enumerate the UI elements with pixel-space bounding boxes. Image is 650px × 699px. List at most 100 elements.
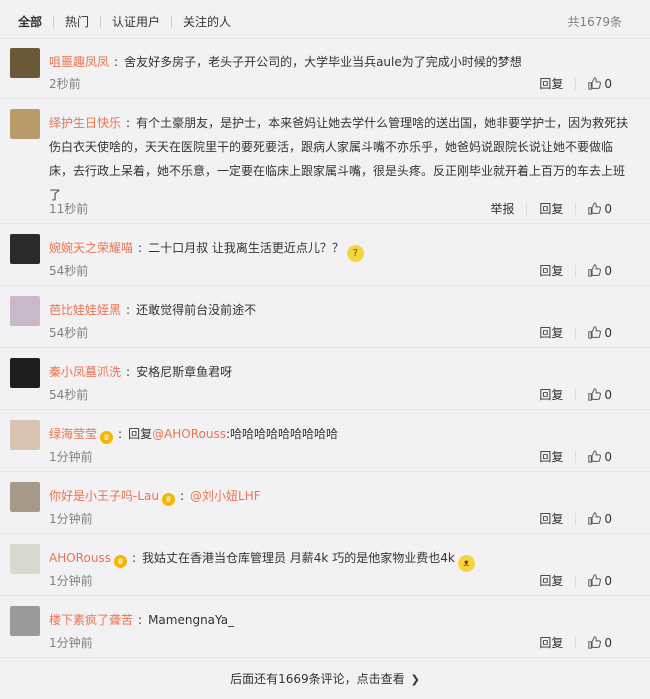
comment-item: 楼下素疯了聋苦: MamengnaYa_ 1分钟前 回复 0 (0, 596, 650, 658)
comment-panel: 全部 热门 认证用户 关注的人 共1679条 咀噩趣凤凤: 舍友好多房子，老头子开… (0, 0, 650, 699)
username[interactable]: 你好是小王子吗-Lau (49, 489, 159, 503)
avatar[interactable] (10, 234, 40, 264)
divider (575, 512, 577, 525)
divider (100, 15, 102, 28)
username[interactable]: 婉婉天之荣耀喵 (49, 241, 133, 255)
username[interactable]: AHORouss (49, 551, 111, 565)
thumbs-up-icon (588, 77, 602, 90)
timestamp: 54秒前 (49, 388, 89, 402)
comment-item: 咀噩趣凤凤: 舍友好多房子，老头子开公司的，大学毕业当兵aule为了完成小时候的梦… (0, 38, 650, 99)
chevron-right-icon: ❯ (410, 673, 420, 686)
reply-button[interactable]: 回复 (539, 448, 563, 465)
thumbs-up-icon (588, 326, 602, 339)
like-button[interactable]: 0 (588, 450, 612, 464)
divider (526, 202, 528, 215)
more-comments-link[interactable]: 后面还有1669条评论，点击查看 ❯ (230, 672, 420, 686)
more-comments-text: 后面还有1669条评论，点击查看 (230, 672, 405, 686)
tab-verified[interactable]: 认证用户 (112, 13, 160, 30)
like-button[interactable]: 0 (588, 264, 612, 278)
comment-content: 你好是小王子吗-Lau ♛: @刘小妞LHF (49, 484, 630, 508)
thumbs-up-icon (588, 512, 602, 525)
avatar[interactable] (10, 420, 40, 450)
comment-actions: 回复 0 (539, 634, 612, 651)
like-button[interactable]: 0 (588, 512, 612, 526)
comment-text: 有个土豪朋友，是护士，本来爸妈让她去学什么管理啥的送出国，她非要学护士，因为救死… (49, 116, 629, 202)
comment-content: 秦小凤墓沠洗: 安格尼斯章鱼君呀 (49, 360, 630, 384)
tab-all[interactable]: 全部 (18, 13, 42, 30)
username[interactable]: 芭比娃娃姪黑 (49, 303, 121, 317)
timestamp: 1分钟前 (49, 574, 93, 588)
reply-button[interactable]: 回复 (539, 324, 563, 341)
comment-actions: 回复 0 (539, 262, 612, 279)
mention-link[interactable]: @AHORouss (152, 427, 226, 441)
avatar[interactable] (10, 606, 40, 636)
crown-icon: ♛ (161, 493, 175, 506)
username[interactable]: 秦小凤墓沠洗 (49, 365, 121, 379)
comment-text: 安格尼斯章鱼君呀 (136, 365, 233, 379)
avatar[interactable] (10, 482, 40, 512)
divider (575, 636, 577, 649)
reply-button[interactable]: 回复 (539, 634, 563, 651)
comment-content: 咀噩趣凤凤: 舍友好多房子，老头子开公司的，大学毕业当兵aule为了完成小时候的梦… (49, 50, 630, 74)
timestamp: 1分钟前 (49, 512, 93, 526)
more-comments: 后面还有1669条评论，点击查看 ❯ (0, 664, 650, 694)
tab-hot[interactable]: 热门 (65, 13, 89, 30)
like-button[interactable]: 0 (588, 574, 612, 588)
reply-button[interactable]: 回复 (539, 75, 563, 92)
cat-face-icon: ᴥ (457, 555, 475, 572)
like-button[interactable]: 0 (588, 636, 612, 650)
reply-button[interactable]: 回复 (539, 386, 563, 403)
username[interactable]: 咀噩趣凤凤 (49, 55, 109, 69)
comment-actions: 举报 回复 0 (490, 200, 612, 217)
reply-button[interactable]: 回复 (539, 262, 563, 279)
comment-item: AHORouss ♛: 我姑丈在香港当仓库管理员 月薪4k 巧的是他家物业费也4k ᴥ… (0, 534, 650, 596)
reply-button[interactable]: 回复 (539, 510, 563, 527)
like-button[interactable]: 0 (588, 326, 612, 340)
timestamp: 1分钟前 (49, 450, 93, 464)
comment-content: AHORouss ♛: 我姑丈在香港当仓库管理员 月薪4k 巧的是他家物业费也4k ᴥ (49, 546, 630, 572)
divider (575, 77, 577, 90)
comment-text: 舍友好多房子，老头子开公司的，大学毕业当兵aule为了完成小时候的梦想 (124, 55, 522, 69)
comment-content: 绎护生日快乐: 有个土豪朋友，是护士，本来爸妈让她去学什么管理啥的送出国，她非要学… (49, 111, 630, 207)
avatar[interactable] (10, 358, 40, 388)
comment-text: 二十口月叔 让我离生活更近点儿？？ (148, 241, 344, 255)
colon: : (114, 55, 119, 69)
colon: : (118, 427, 123, 441)
reply-button[interactable]: 回复 (539, 572, 563, 589)
like-count: 0 (604, 635, 612, 650)
tab-following[interactable]: 关注的人 (183, 13, 231, 30)
reply-button[interactable]: 回复 (539, 200, 563, 217)
colon: : (126, 116, 131, 130)
comment-actions: 回复 0 (539, 510, 612, 527)
thumbs-up-icon (588, 636, 602, 649)
crown-icon: ♛ (113, 555, 127, 568)
crown-icon: ♛ (100, 431, 114, 444)
avatar[interactable] (10, 48, 40, 78)
comment-content: 绿海莹莹 ♛: 回复@AHORouss:哈哈哈哈哈哈哈哈哈 (49, 422, 630, 446)
comment-content: 芭比娃娃姪黑: 还敢觉得前台没前途不 (49, 298, 630, 322)
timestamp: 2秒前 (49, 77, 81, 91)
like-button[interactable]: 0 (588, 388, 612, 402)
timestamp: 11秒前 (49, 202, 89, 216)
like-count: 0 (604, 511, 612, 526)
like-button[interactable]: 0 (588, 77, 612, 91)
divider (575, 264, 577, 277)
comment-item: 你好是小王子吗-Lau ♛: @刘小妞LHF 1分钟前 回复 0 (0, 472, 650, 534)
comment-item: 绿海莹莹 ♛: 回复@AHORouss:哈哈哈哈哈哈哈哈哈 1分钟前 回复 0 (0, 410, 650, 472)
avatar[interactable] (10, 109, 40, 139)
username[interactable]: 绎护生日快乐 (49, 116, 121, 130)
comment-text: :哈哈哈哈哈哈哈哈哈 (226, 427, 339, 441)
divider (575, 388, 577, 401)
username[interactable]: 绿海莹莹 (49, 427, 97, 441)
comment-total: 共1679条 (567, 15, 622, 29)
report-button[interactable]: 举报 (490, 200, 514, 217)
divider (575, 450, 577, 463)
colon: : (179, 489, 185, 503)
avatar[interactable] (10, 544, 40, 574)
like-count: 0 (604, 449, 612, 464)
username[interactable]: 楼下素疯了聋苦 (49, 613, 133, 627)
like-button[interactable]: 0 (588, 202, 612, 216)
mention-link[interactable]: @刘小妞LHF (190, 489, 261, 503)
avatar[interactable] (10, 296, 40, 326)
comment-actions: 回复 0 (539, 386, 612, 403)
